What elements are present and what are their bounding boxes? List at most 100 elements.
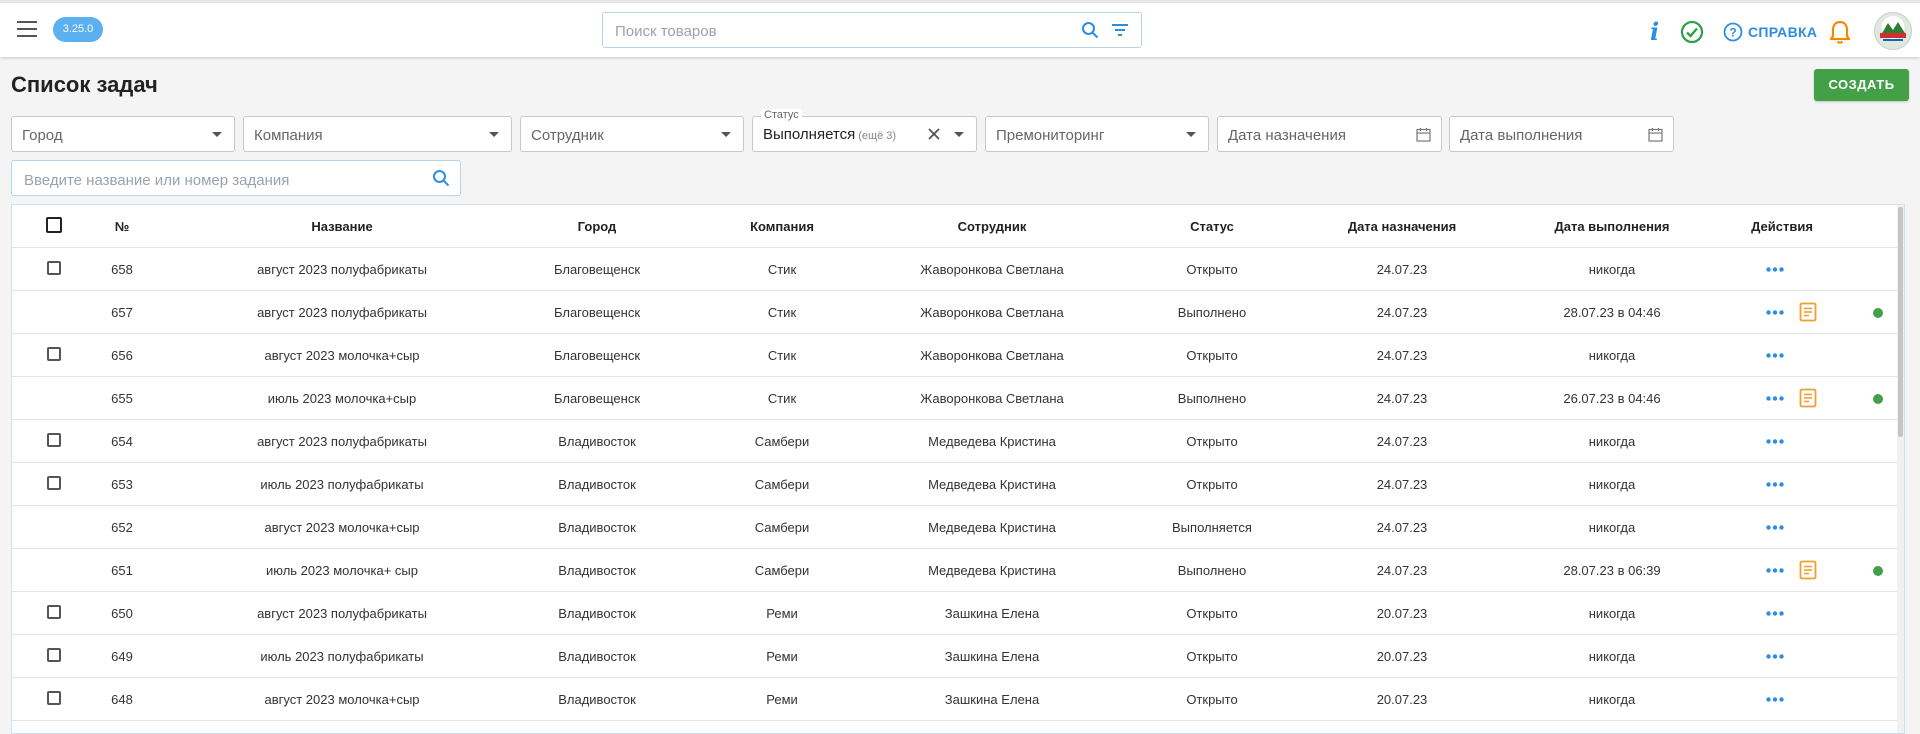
table-row[interactable]: 658 август 2023 полуфабрикаты Благовещенск… — [12, 248, 1898, 291]
cell-status: Открыто — [1186, 477, 1238, 492]
row-checkbox[interactable] — [47, 433, 61, 447]
more-dots-icon[interactable] — [1766, 611, 1784, 616]
company-filter[interactable]: Компания — [243, 116, 512, 152]
cell-city: Благовещенск — [553, 262, 641, 277]
more-dots-icon[interactable] — [1766, 310, 1784, 315]
cell-company: Самбери — [754, 520, 810, 535]
cell-employee: Зашкина Елена — [944, 606, 1040, 621]
done-status-dot — [1873, 394, 1883, 404]
report-icon[interactable] — [1799, 560, 1817, 580]
employee-filter[interactable]: Сотрудник — [520, 116, 744, 152]
cell-num: 655 — [111, 391, 133, 406]
cell-status: Открыто — [1186, 692, 1238, 707]
cell-status: Выполнено — [1177, 563, 1247, 578]
cell-assign-date: 24.07.23 — [1376, 391, 1428, 406]
cell-name: август 2023 полуфабрикаты — [257, 262, 427, 277]
svg-text:?: ? — [1729, 26, 1736, 40]
status-filter-value: Выполняется (ещё 3) — [763, 126, 897, 143]
select-all-checkbox[interactable] — [46, 217, 62, 233]
report-icon[interactable] — [1799, 388, 1817, 408]
product-search-input[interactable] — [613, 20, 1057, 42]
cell-company: Реми — [766, 649, 798, 664]
cell-done-date: никогда — [1588, 649, 1636, 664]
premonitoring-filter[interactable]: Премониторинг — [985, 116, 1209, 152]
row-checkbox[interactable] — [47, 648, 61, 662]
table-row[interactable]: 650 август 2023 полуфабрикаты Владивосток Р… — [12, 592, 1898, 635]
more-dots-icon[interactable] — [1766, 697, 1784, 702]
table-row[interactable]: 657 август 2023 полуфабрикаты Благовещенск… — [12, 291, 1898, 334]
more-dots-icon[interactable] — [1766, 353, 1784, 358]
more-dots-icon[interactable] — [1766, 568, 1784, 573]
table-row[interactable]: 652 август 2023 молочка+сыр Владивосток Сам… — [12, 506, 1898, 549]
cell-company: Стик — [767, 305, 797, 320]
table-row[interactable]: 653 июль 2023 полуфабрикаты Владивосток Сам… — [12, 463, 1898, 506]
table-scrollbar[interactable] — [1897, 205, 1904, 733]
create-button[interactable]: СОЗДАТЬ — [1814, 69, 1909, 101]
header-status[interactable]: Статус — [1132, 205, 1292, 248]
cell-name: август 2023 молочка+сыр — [264, 520, 420, 535]
cell-name: июль 2023 полуфабрикаты — [260, 477, 424, 492]
more-dots-icon[interactable] — [1766, 439, 1784, 444]
filter-icon[interactable] — [1111, 22, 1129, 38]
table-row[interactable]: 656 август 2023 молочка+сыр Благовещенск Ст… — [12, 334, 1898, 377]
table-row[interactable]: 654 август 2023 полуфабрикаты Владивосток С… — [12, 420, 1898, 463]
cell-company: Самбери — [754, 477, 810, 492]
row-checkbox[interactable] — [47, 261, 61, 275]
row-checkbox[interactable] — [47, 691, 61, 705]
avatar[interactable] — [1874, 12, 1912, 50]
cell-done-date: никогда — [1588, 434, 1636, 449]
chevron-down-icon — [721, 132, 731, 137]
assign-date-filter[interactable]: Дата назначения — [1217, 116, 1442, 152]
header-name[interactable]: Название — [212, 205, 472, 248]
row-checkbox[interactable] — [47, 605, 61, 619]
page-title: Список задач — [11, 72, 158, 97]
bell-icon[interactable] — [1828, 19, 1852, 45]
report-icon[interactable] — [1799, 302, 1817, 322]
cell-city: Благовещенск — [553, 348, 641, 363]
more-dots-icon[interactable] — [1766, 482, 1784, 487]
city-filter[interactable]: Город — [11, 116, 235, 152]
more-dots-icon[interactable] — [1766, 525, 1784, 530]
header-assign-date[interactable]: Дата назначения — [1312, 205, 1492, 248]
header-city[interactable]: Город — [512, 205, 682, 248]
cell-city: Владивосток — [558, 434, 636, 449]
status-filter[interactable]: Статус Выполняется (ещё 3) — [752, 109, 977, 152]
table-row[interactable]: 648 август 2023 молочка+сыр Владивосток Рем… — [12, 678, 1898, 721]
info-icon[interactable]: i — [1650, 17, 1659, 46]
row-checkbox[interactable] — [47, 476, 61, 490]
more-dots-icon[interactable] — [1766, 654, 1784, 659]
header-done-date[interactable]: Дата выполнения — [1512, 205, 1712, 248]
help-button[interactable]: ? СПРАВКА — [1723, 21, 1817, 43]
menu-icon[interactable] — [17, 21, 37, 37]
header-company[interactable]: Компания — [702, 205, 862, 248]
cell-num: 651 — [111, 563, 133, 578]
more-dots-icon[interactable] — [1766, 267, 1784, 272]
cell-city: Владивосток — [558, 692, 636, 707]
done-date-filter[interactable]: Дата выполнения — [1449, 116, 1674, 152]
cell-done-date: никогда — [1588, 606, 1636, 621]
cell-city: Владивосток — [558, 477, 636, 492]
cell-employee: Медведева Кристина — [928, 563, 1056, 578]
cell-assign-date: 24.07.23 — [1376, 434, 1428, 449]
more-dots-icon[interactable] — [1766, 396, 1784, 401]
premonitoring-filter-label: Премониторинг — [996, 127, 1105, 144]
check-circle-icon[interactable] — [1680, 20, 1704, 44]
close-icon[interactable] — [926, 126, 942, 142]
cell-employee: Жаворонкова Светлана — [920, 305, 1064, 320]
header-employee[interactable]: Сотрудник — [872, 205, 1112, 248]
help-icon: ? — [1723, 22, 1743, 42]
table-row[interactable]: 651 июль 2023 молочка+ сыр Владивосток Самб… — [12, 549, 1898, 592]
scrollbar-thumb[interactable] — [1898, 207, 1903, 437]
cell-num: 656 — [111, 348, 133, 363]
search-icon[interactable] — [1081, 21, 1099, 39]
search-icon[interactable] — [432, 169, 450, 187]
cell-assign-date: 20.07.23 — [1376, 606, 1428, 621]
table-row[interactable]: 649 июль 2023 полуфабрикаты Владивосток Рем… — [12, 635, 1898, 678]
row-checkbox[interactable] — [47, 347, 61, 361]
task-search-input[interactable] — [22, 169, 426, 191]
cell-employee: Жаворонкова Светлана — [920, 391, 1064, 406]
cell-assign-date: 24.07.23 — [1376, 262, 1428, 277]
cell-name: июль 2023 полуфабрикаты — [260, 649, 424, 664]
table-row[interactable]: 655 июль 2023 молочка+сыр Благовещенск Стик… — [12, 377, 1898, 420]
status-more-count: (ещё 3) — [858, 130, 897, 142]
